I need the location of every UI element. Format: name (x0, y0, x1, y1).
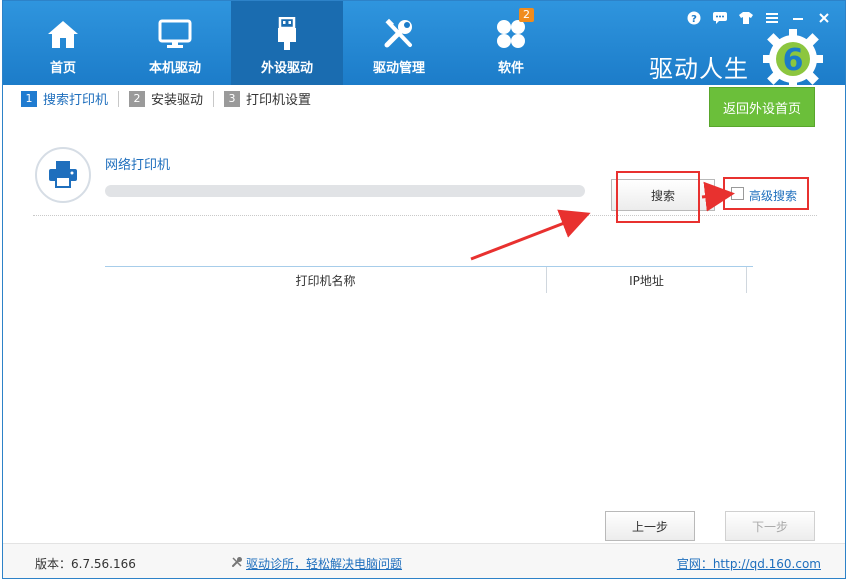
printer-icon (48, 160, 78, 191)
status-footer: 版本：6.7.56.166 驱动诊所，轻松解决电脑问题 官网：http://qd… (3, 543, 845, 578)
chat-icon[interactable] (707, 7, 733, 29)
nav-label-home: 首页 (49, 61, 76, 76)
step-divider (118, 90, 120, 107)
wizard-steps: 1 搜索打印机 2 安装驱动 3 打印机设置 (21, 89, 311, 108)
driver-clinic-link[interactable]: 驱动诊所，轻松解决电脑问题 (231, 555, 402, 572)
brand-logo: 6 (761, 27, 825, 91)
top-nav-bar: 首页 本机驱动 外设驱动 驱动管理 2 软件 ? 驱动人生 6 (3, 1, 845, 89)
apps-icon (493, 17, 529, 51)
column-ip-address[interactable]: IP地址 (547, 267, 747, 293)
wrench-icon (231, 556, 243, 571)
step-search-printer: 1 搜索打印机 (21, 89, 108, 108)
svg-text:?: ? (691, 14, 697, 25)
app-window: 首页 本机驱动 外设驱动 驱动管理 2 软件 ? 驱动人生 6 1 搜索打印机 … (2, 0, 846, 579)
nav-item-software[interactable]: 2 软件 (455, 1, 567, 85)
help-icon[interactable]: ? (681, 7, 707, 29)
nav-label-local-drivers: 本机驱动 (148, 61, 201, 76)
monitor-icon (157, 17, 193, 51)
step-install-driver: 2 安装驱动 (129, 89, 203, 108)
step-number: 1 (21, 90, 37, 107)
nav-item-home[interactable]: 首页 (7, 1, 119, 85)
step-printer-settings: 3 打印机设置 (224, 89, 311, 108)
skin-icon[interactable] (733, 7, 759, 29)
version-label: 版本：6.7.56.166 (35, 557, 136, 571)
brand-logo-digit: 6 (783, 43, 804, 78)
previous-step-button[interactable]: 上一步 (605, 511, 695, 541)
step-label: 搜索打印机 (43, 93, 109, 108)
step-label: 安装驱动 (151, 93, 204, 108)
official-site-link[interactable]: 官网：http://qd.160.com (677, 555, 821, 572)
nav-label-software: 软件 (497, 61, 524, 76)
printer-table-header: 打印机名称 IP地址 (105, 266, 753, 293)
driver-clinic-text[interactable]: 驱动诊所，轻松解决电脑问题 (246, 555, 402, 572)
step-number: 2 (129, 90, 146, 107)
search-progress-bar (105, 185, 585, 197)
advanced-search-highlight (723, 177, 809, 210)
step-divider (213, 90, 215, 107)
printer-avatar (35, 147, 91, 203)
home-icon (45, 17, 81, 51)
menu-icon[interactable] (759, 7, 785, 29)
minimize-icon[interactable] (785, 7, 811, 29)
step-number: 3 (224, 90, 241, 107)
usb-icon (269, 17, 305, 51)
network-printer-title: 网络打印机 (105, 158, 171, 173)
back-to-peripheral-home-button[interactable]: 返回外设首页 (709, 87, 815, 127)
step-label: 打印机设置 (246, 93, 312, 108)
column-printer-name[interactable]: 打印机名称 (105, 267, 547, 293)
search-button-highlight (616, 171, 700, 223)
brand-name: 驱动人生 (649, 55, 749, 83)
window-controls: ? (681, 7, 837, 29)
next-step-button[interactable]: 下一步 (725, 511, 815, 541)
software-update-badge: 2 (519, 8, 534, 22)
close-icon[interactable] (811, 7, 837, 29)
nav-item-peripheral-drivers[interactable]: 外设驱动 (231, 1, 343, 85)
nav-label-driver-management: 驱动管理 (372, 61, 425, 76)
nav-item-driver-management[interactable]: 驱动管理 (343, 1, 455, 85)
nav-item-local-drivers[interactable]: 本机驱动 (119, 1, 231, 85)
tools-icon (381, 17, 417, 51)
arrow-to-search-button (470, 209, 591, 261)
nav-label-peripheral-drivers: 外设驱动 (260, 61, 313, 76)
